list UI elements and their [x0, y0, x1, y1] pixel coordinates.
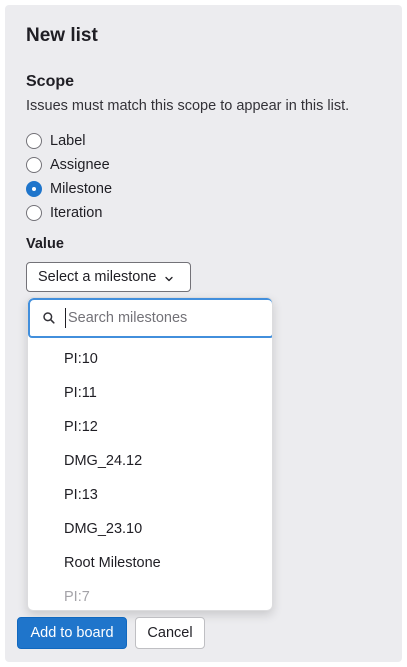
- scope-help-text: Issues must match this scope to appear i…: [26, 98, 350, 114]
- search-box[interactable]: [28, 298, 272, 338]
- chevron-down-icon: [164, 272, 174, 282]
- scope-heading: Scope: [26, 73, 75, 90]
- scope-option-assignee-text: Assignee: [50, 157, 110, 173]
- milestone-list: PI:10 PI:11 PI:12 DMG_24.12 PI:13 DMG_23…: [28, 342, 272, 610]
- milestone-item[interactable]: PI:10: [28, 342, 272, 376]
- scope-option-label-text: Label: [50, 133, 86, 149]
- search-input[interactable]: [65, 308, 255, 328]
- milestone-item[interactable]: DMG_24.12: [28, 444, 272, 478]
- scope-option-iteration-text: Iteration: [50, 205, 103, 221]
- milestone-item[interactable]: DMG_23.10: [28, 512, 272, 546]
- add-to-board-button[interactable]: Add to board: [17, 617, 127, 649]
- milestone-select-button[interactable]: Select a milestone: [26, 262, 191, 292]
- panel-title: New list: [26, 25, 98, 46]
- milestone-item[interactable]: PI:12: [28, 410, 272, 444]
- scope-option-milestone-text: Milestone: [50, 181, 113, 197]
- milestone-item[interactable]: Root Milestone: [28, 546, 272, 580]
- scope-option-milestone[interactable]: Milestone: [26, 179, 112, 199]
- milestone-item[interactable]: PI:7: [28, 580, 272, 610]
- milestone-select-label: Select a milestone: [38, 269, 157, 285]
- milestone-item[interactable]: PI:11: [28, 376, 272, 410]
- milestone-dropdown: PI:10 PI:11 PI:12 DMG_24.12 PI:13 DMG_23…: [27, 297, 273, 611]
- search-icon: [42, 311, 56, 325]
- cancel-button[interactable]: Cancel: [135, 617, 205, 649]
- scope-option-assignee[interactable]: Assignee: [26, 155, 110, 175]
- radio-button-checked[interactable]: [26, 181, 42, 197]
- radio-button[interactable]: [26, 133, 42, 149]
- new-list-panel: New list Scope Issues must match this sc…: [5, 5, 402, 662]
- scope-option-label[interactable]: Label: [26, 131, 85, 151]
- scope-option-iteration[interactable]: Iteration: [26, 203, 102, 223]
- radio-button[interactable]: [26, 205, 42, 221]
- milestone-item[interactable]: PI:13: [28, 478, 272, 512]
- radio-button[interactable]: [26, 157, 42, 173]
- value-label: Value: [26, 236, 64, 252]
